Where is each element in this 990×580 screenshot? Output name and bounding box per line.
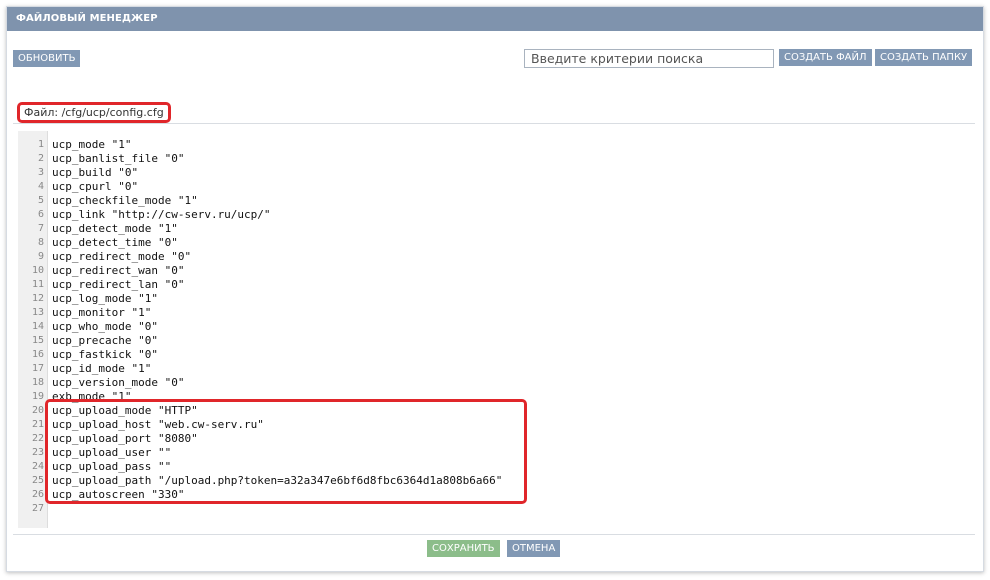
line-number: 15 (31, 335, 44, 346)
code-line[interactable]: ucp_link "http://cw-serv.ru/ucp/" (52, 208, 502, 222)
line-numbers: 1 2 3 4 5 6 7 8 9 10 11 12 13 14 15 16 17 18 19 20 21 22 23 24 2… (18, 138, 44, 516)
refresh-button[interactable]: ОБНОВИТЬ (13, 50, 81, 67)
line-number: 6 (37, 209, 44, 220)
divider-top (13, 123, 975, 124)
code-line[interactable]: ucp_detect_time "0" (52, 236, 502, 250)
search-input[interactable] (524, 49, 774, 68)
code-line[interactable]: ucp_id_mode "1" (52, 362, 502, 376)
code-line[interactable]: ucp_autoscreen "330" (52, 488, 502, 502)
code-line[interactable]: ucp_upload_pass "" (52, 460, 502, 474)
code-line[interactable]: ucp_mode "1" (52, 138, 502, 152)
code-editor[interactable]: 1 2 3 4 5 6 7 8 9 10 11 12 13 14 15 16 17 18 19 20 21 22 23 24 2… (18, 131, 975, 528)
line-number: 24 (31, 461, 44, 472)
divider-bottom (13, 534, 975, 535)
line-number: 19 (31, 391, 44, 402)
line-number: 25 (31, 475, 44, 486)
line-number: 14 (31, 321, 44, 332)
code-line[interactable]: ucp_redirect_lan "0" (52, 278, 502, 292)
code-line[interactable]: exb_mode "1" (52, 390, 502, 404)
line-number: 5 (37, 195, 44, 206)
code-line[interactable]: ucp_checkfile_mode "1" (52, 194, 502, 208)
panel-title: ФАЙЛОВЫЙ МЕНЕДЖЕР (7, 7, 983, 31)
cancel-button[interactable]: ОТМЕНА (507, 540, 561, 557)
code-line[interactable]: ucp_upload_mode "HTTP" (52, 404, 502, 418)
line-number: 7 (37, 223, 44, 234)
line-number: 16 (31, 349, 44, 360)
code-line[interactable]: ucp_upload_port "8080" (52, 432, 502, 446)
save-button[interactable]: СОХРАНИТЬ (427, 540, 500, 557)
line-number: 12 (31, 293, 44, 304)
line-number: 3 (37, 167, 44, 178)
line-number: 13 (31, 307, 44, 318)
line-number: 9 (37, 251, 44, 262)
code-line[interactable]: ucp_build "0" (52, 166, 502, 180)
line-number: 17 (31, 363, 44, 374)
line-number: 1 (37, 139, 44, 150)
line-number: 27 (31, 503, 44, 514)
code-line[interactable]: ucp_redirect_mode "0" (52, 250, 502, 264)
create-file-button[interactable]: СОЗДАТЬ ФАЙЛ (779, 49, 872, 66)
code-content[interactable]: ucp_mode "1" ucp_banlist_file "0" ucp_buil… (52, 138, 502, 516)
line-number: 21 (31, 419, 44, 430)
code-line[interactable]: ucp_upload_path "/upload.php?token=a32a3… (52, 474, 502, 488)
code-line[interactable]: ucp_upload_host "web.cw-serv.ru" (52, 418, 502, 432)
line-number: 20 (31, 405, 44, 416)
line-number: 22 (31, 433, 44, 444)
code-line[interactable]: ucp_monitor "1" (52, 306, 502, 320)
file-manager-panel: ФАЙЛОВЫЙ МЕНЕДЖЕР ОБНОВИТЬ СОЗДАТЬ ФАЙЛ … (6, 6, 984, 572)
file-path-label: Файл: /cfg/ucp/config.cfg (17, 102, 171, 123)
code-line[interactable]: ucp_log_mode "1" (52, 292, 502, 306)
line-number: 8 (37, 237, 44, 248)
code-line[interactable]: ucp_cpurl "0" (52, 180, 502, 194)
line-number: 18 (31, 377, 44, 388)
line-number: 4 (37, 181, 44, 192)
code-line[interactable]: ucp_version_mode "0" (52, 376, 502, 390)
code-line[interactable]: ucp_redirect_wan "0" (52, 264, 502, 278)
code-line[interactable]: ucp_upload_user "" (52, 446, 502, 460)
line-number: 23 (31, 447, 44, 458)
code-line[interactable] (52, 502, 502, 516)
line-number: 2 (37, 153, 44, 164)
create-folder-button[interactable]: СОЗДАТЬ ПАПКУ (875, 49, 973, 66)
code-line[interactable]: ucp_detect_mode "1" (52, 222, 502, 236)
code-line[interactable]: ucp_fastkick "0" (52, 348, 502, 362)
line-number: 11 (31, 279, 44, 290)
line-number: 10 (31, 265, 44, 276)
code-line[interactable]: ucp_precache "0" (52, 334, 502, 348)
code-line[interactable]: ucp_banlist_file "0" (52, 152, 502, 166)
code-line[interactable]: ucp_who_mode "0" (52, 320, 502, 334)
line-number-gutter: 1 2 3 4 5 6 7 8 9 10 11 12 13 14 15 16 17 18 19 20 21 22 23 24 2… (18, 131, 48, 528)
line-number: 26 (31, 489, 44, 500)
